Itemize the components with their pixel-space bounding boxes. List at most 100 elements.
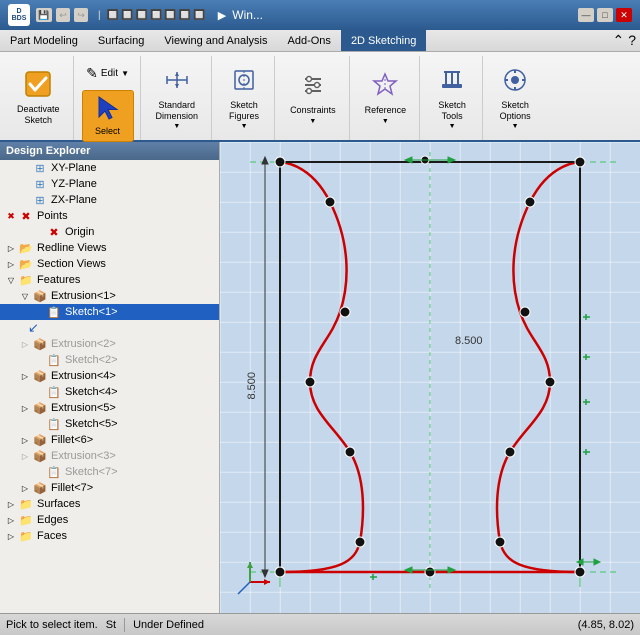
sketch-figures-button[interactable]: SketchFigures ▼ (220, 64, 268, 132)
fillet7-icon: 📦 (32, 481, 48, 495)
sketch1-icon: 📋 (46, 305, 62, 319)
fillet6-label: Fillet<6> (51, 434, 93, 446)
tree-item-features[interactable]: ▽ 📁 Features (0, 272, 219, 288)
menu-part-modeling[interactable]: Part Modeling (0, 30, 88, 51)
tree-item-extrusion4[interactable]: ▷ 📦 Extrusion<4> (0, 368, 219, 384)
section-views-label: Section Views (37, 258, 106, 270)
zx-plane-label: ZX-Plane (51, 194, 97, 206)
tree-item-section-views[interactable]: ▷ 📂 Section Views (0, 256, 219, 272)
tree-item-faces[interactable]: ▷ 📁 Faces (0, 528, 219, 544)
standard-dimension-label: StandardDimension (156, 100, 199, 122)
fillet7-label: Fillet<7> (51, 482, 93, 494)
tree-item-points[interactable]: ✖ ✖ Points (0, 208, 219, 224)
ribbon-group-sketch-options: SketchOptions ▼ (485, 56, 545, 140)
window-title: Win... (232, 8, 263, 22)
menu-add-ons[interactable]: Add-Ons (278, 30, 341, 51)
sketch1-arrow: ↙ (0, 320, 219, 336)
points-label: Points (37, 210, 68, 222)
constraints-label: Constraints (290, 105, 336, 116)
tree-item-xy-plane[interactable]: ⊞ XY-Plane (0, 160, 219, 176)
menu-viewing-analysis[interactable]: Viewing and Analysis (154, 30, 277, 51)
extrusion3-icon: 📦 (32, 449, 48, 463)
xy-plane-label: XY-Plane (51, 162, 96, 174)
sketch-options-button[interactable]: SketchOptions ▼ (491, 64, 539, 132)
sketch5-icon: 📋 (46, 417, 62, 431)
reference-button[interactable]: Reference ▼ (358, 64, 414, 132)
tree-item-sketch1[interactable]: 📋 Sketch<1> (0, 304, 219, 320)
sketch-tools-button[interactable]: SketchTools ▼ (428, 64, 476, 132)
standard-dimension-icon (163, 66, 191, 98)
expand-ext4: ▷ (18, 372, 32, 381)
deactivate-sketch-icon (24, 70, 52, 102)
sketch2-label: Sketch<2> (65, 354, 118, 366)
redo-icon[interactable]: ↪ (74, 8, 88, 22)
sketch4-icon: 📋 (46, 385, 62, 399)
ribbon-collapse-btn[interactable]: ⌃ (612, 32, 624, 49)
expand-fil7: ▷ (18, 484, 32, 493)
tree-item-yz-plane[interactable]: ⊞ YZ-Plane (0, 176, 219, 192)
tree-item-extrusion3[interactable]: ▷ 📦 Extrusion<3> (0, 448, 219, 464)
tree-item-fillet7[interactable]: ▷ 📦 Fillet<7> (0, 480, 219, 496)
ribbon-help-btn[interactable]: ? (628, 32, 636, 49)
ribbon-group-constraints: Constraints ▼ (277, 56, 350, 140)
sketch-tools-icon (438, 66, 466, 98)
standard-dimension-button[interactable]: StandardDimension ▼ (149, 64, 206, 132)
edges-icon: 📁 (18, 513, 34, 527)
sketch-canvas: 8.500 (220, 142, 640, 613)
expand-faces: ▷ (4, 532, 18, 541)
faces-label: Faces (37, 530, 67, 542)
redline-views-icon: 📂 (18, 241, 34, 255)
edit-button[interactable]: ✎ Edit ▼ (86, 58, 130, 88)
deactivate-sketch-button[interactable]: DeactivateSketch (10, 64, 67, 132)
separator: | (98, 10, 101, 21)
expand-edges: ▷ (4, 516, 18, 525)
status-defined: Under Defined (133, 619, 204, 631)
features-icon: 📁 (18, 273, 34, 287)
close-button[interactable]: ✕ (616, 8, 632, 22)
extrusion1-label: Extrusion<1> (51, 290, 116, 302)
tree-container[interactable]: ⊞ XY-Plane ⊞ YZ-Plane ⊞ ZX-Plane ✖ ✖ Poi… (0, 160, 219, 613)
minimize-button[interactable]: — (578, 8, 594, 22)
undo-icon[interactable]: ↩ (56, 8, 70, 22)
save-icon[interactable]: 💾 (36, 8, 52, 22)
maximize-button[interactable]: □ (597, 8, 613, 22)
menu-2d-sketching[interactable]: 2D Sketching (341, 30, 426, 51)
sketch-fig-dropdown-icon: ▼ (241, 123, 248, 130)
tree-item-sketch2[interactable]: 📋 Sketch<2> (0, 352, 219, 368)
menu-surfacing[interactable]: Surfacing (88, 30, 154, 51)
tree-item-edges[interactable]: ▷ 📁 Edges (0, 512, 219, 528)
q3: 🔲 (136, 10, 148, 21)
tree-item-extrusion1[interactable]: ▽ 📦 Extrusion<1> (0, 288, 219, 304)
tree-item-surfaces[interactable]: ▷ 📁 Surfaces (0, 496, 219, 512)
edit-dropdown-icon: ▼ (121, 69, 129, 78)
extrusion2-label: Extrusion<2> (51, 338, 116, 350)
tree-item-extrusion2[interactable]: ▷ 📦 Extrusion<2> (0, 336, 219, 352)
tree-item-sketch5[interactable]: 📋 Sketch<5> (0, 416, 219, 432)
tree-item-sketch7[interactable]: 📋 Sketch<7> (0, 464, 219, 480)
tree-item-fillet6[interactable]: ▷ 📦 Fillet<6> (0, 432, 219, 448)
q2: 🔲 (121, 10, 133, 21)
surfaces-label: Surfaces (37, 498, 80, 510)
sketch-options-icon (501, 66, 529, 98)
tree-item-extrusion5[interactable]: ▷ 📦 Extrusion<5> (0, 400, 219, 416)
sketch-tools-label: SketchTools (438, 100, 466, 122)
q5: 🔲 (164, 10, 176, 21)
edit-label: Edit (101, 68, 118, 79)
tree-item-sketch4[interactable]: 📋 Sketch<4> (0, 384, 219, 400)
tree-item-origin[interactable]: ✖ Origin (0, 224, 219, 240)
title-bar: DBDS 💾 ↩ ↪ | 🔲 🔲 🔲 🔲 🔲 🔲 🔲 ▶ Win... — □ … (0, 0, 640, 30)
yz-plane-icon: ⊞ (32, 177, 48, 191)
faces-icon: 📁 (18, 529, 34, 543)
select-icon (95, 95, 121, 124)
extrusion1-icon: 📦 (32, 289, 48, 303)
reference-label: Reference (365, 105, 407, 116)
expand-points: ✖ (4, 211, 18, 222)
window-controls-left: 💾 ↩ ↪ (36, 8, 88, 22)
status-divider1 (124, 618, 125, 632)
viewport[interactable]: 8.500 8.500 (220, 142, 640, 613)
tree-item-redline-views[interactable]: ▷ 📂 Redline Views (0, 240, 219, 256)
sidebar-title: Design Explorer (0, 142, 219, 160)
tree-item-zx-plane[interactable]: ⊞ ZX-Plane (0, 192, 219, 208)
constraints-button[interactable]: Constraints ▼ (283, 64, 343, 132)
select-button[interactable]: Select (82, 90, 134, 142)
